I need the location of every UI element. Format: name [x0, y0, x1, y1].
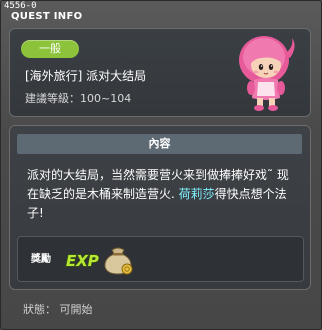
- quest-category-badge: 一般: [21, 40, 79, 58]
- quest-status: 狀態： 可開始: [23, 303, 93, 316]
- money-bag-icon: [104, 247, 133, 275]
- exp-icon: EXP: [65, 251, 99, 270]
- quest-name: [海外旅行] 派对大结局: [25, 69, 147, 83]
- reward-label: 獎勵: [31, 254, 51, 265]
- pink-hooded-girl-npc-icon: [239, 36, 295, 111]
- npc-name-highlight: 荷莉莎: [178, 187, 215, 201]
- svg-text:EXP: EXP: [66, 252, 99, 270]
- quest-level-requirement: 建議等級：100~104: [25, 92, 132, 105]
- window-title: QUEST INFO: [11, 11, 83, 22]
- quest-description: 派对的大结局，当然需要营火来到做捧捧好戏˜ 现在缺乏的是木桶来制造营火. 荷莉莎…: [27, 166, 297, 223]
- content-header: 內容: [17, 134, 302, 154]
- reward-box: [17, 236, 304, 282]
